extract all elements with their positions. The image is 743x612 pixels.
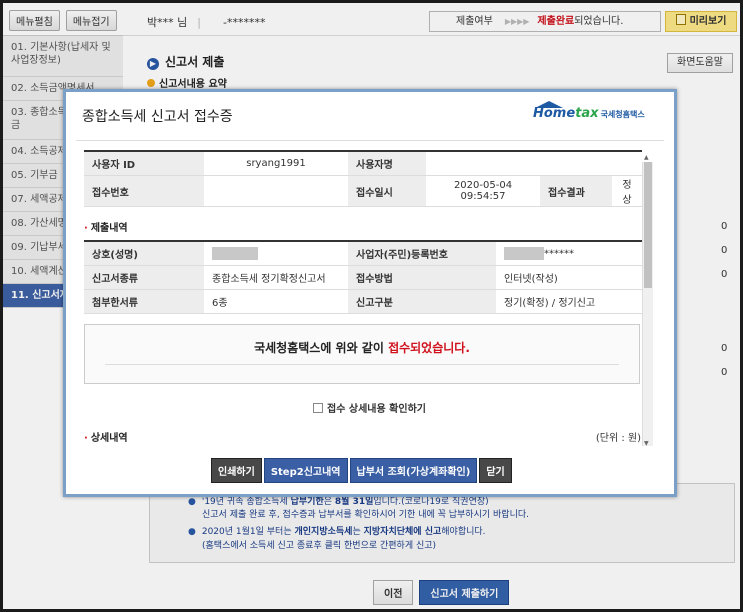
modal-title: 종합소득세 신고서 접수증 [82, 109, 233, 125]
print-button[interactable]: 인쇄하기 [211, 458, 262, 483]
receipt-message-box: 국세청홈택스에 위와 같이 접수되었습니다. [84, 324, 640, 384]
table-row: 신고서종류 종합소득세 정기확정신고서 접수방법 인터넷(작성) [84, 265, 642, 290]
hometax-logo: Hometax 국세청홈택스 [533, 101, 645, 130]
section-heading-text: 제출내역 [90, 223, 128, 234]
app-window: 메뉴펼침 메뉴접기 01. 기본사항(납세자 및 사업장정보) 02. 소득금액… [3, 3, 740, 609]
modal-scrollbar[interactable]: ▲ ▼ [642, 154, 653, 447]
detail-check-row: 접수 상세내용 확인하기 [84, 400, 655, 415]
table-cell: 정기(확정) / 정기신고 [496, 289, 642, 314]
table-header: 사용자명 [348, 150, 426, 176]
divider [76, 140, 664, 141]
table-cell: 종합소득세 정기확정신고서 [204, 265, 348, 290]
table-header: 사용자 ID [84, 150, 204, 176]
table-cell: 정상 [612, 175, 642, 207]
logo-accent: tax [575, 106, 599, 121]
masked-value [504, 247, 544, 260]
bullet-icon: · [84, 223, 88, 234]
unit-label: (단위 : 원) [595, 433, 641, 444]
message-emphasis: 접수되었습니다. [388, 341, 470, 355]
logo-main: Home [533, 106, 576, 121]
table-header: 신고구분 [348, 289, 496, 314]
payment-slip-button[interactable]: 납부서 조회(가상계좌확인) [349, 458, 478, 483]
section-heading: · 제출내역 [84, 219, 655, 234]
table-header: 접수결과 [540, 175, 612, 207]
table-row: 접수번호 접수일시 2020-05-04 09:54:57 접수결과 정상 [84, 175, 642, 207]
table-cell [204, 175, 348, 207]
submission-table: 상호(성명) 사업자(주민)등록번호 ****** 신고서종류 종합소득세 정기… [84, 240, 642, 314]
table-cell: 6종 [204, 289, 348, 314]
roof-icon [535, 101, 563, 108]
table-cell: 인터넷(작성) [496, 265, 642, 290]
table-header: 첨부한서류 [84, 289, 204, 314]
masked-value [212, 247, 258, 260]
table-header: 접수번호 [84, 175, 204, 207]
section-heading: · 상세내역 [84, 429, 128, 444]
table-header: 상호(성명) [84, 240, 204, 266]
table-cell: 2020-05-04 09:54:57 [426, 175, 540, 207]
table-header: 신고서종류 [84, 265, 204, 290]
table-header: 사업자(주민)등록번호 [348, 240, 496, 266]
table-cell [426, 150, 642, 176]
modal-content: 사용자 ID sryang1991 사용자명 접수번호 접수일시 2020-05… [84, 150, 655, 446]
table-cell [204, 240, 348, 266]
step2-button[interactable]: Step2신고내역 [263, 458, 348, 483]
logo-subtitle: 국세청홈택스 [600, 110, 645, 119]
checkbox-label[interactable]: 접수 상세내용 확인하기 [327, 404, 426, 415]
table-cell: ****** [496, 240, 642, 266]
table-header: 접수방법 [348, 265, 496, 290]
table-row: 상호(성명) 사업자(주민)등록번호 ****** [84, 240, 642, 266]
bullet-icon: · [84, 433, 88, 444]
receipt-info-table: 사용자 ID sryang1991 사용자명 접수번호 접수일시 2020-05… [84, 150, 642, 207]
receipt-modal: 종합소득세 신고서 접수증 Hometax 국세청홈택스 사용자 ID sryan… [63, 89, 677, 497]
table-header: 접수일시 [348, 175, 426, 207]
detail-checkbox[interactable] [313, 403, 324, 413]
close-button[interactable]: 닫기 [479, 458, 512, 483]
scroll-thumb[interactable] [644, 162, 652, 288]
scroll-up-icon[interactable]: ▲ [644, 154, 649, 161]
section-heading-text: 상세내역 [90, 433, 128, 444]
table-cell: sryang1991 [204, 150, 348, 176]
modal-actions: 인쇄하기 Step2신고내역 납부서 조회(가상계좌확인) 닫기 [211, 458, 512, 483]
message-text: 국세청홈택스에 위와 같이 [254, 341, 389, 355]
divider [105, 364, 619, 365]
cell-text: ****** [544, 248, 574, 260]
logo-text: Hometax [533, 106, 599, 121]
table-row: 사용자 ID sryang1991 사용자명 [84, 150, 642, 176]
table-row: 첨부한서류 6종 신고구분 정기(확정) / 정기신고 [84, 289, 642, 314]
scroll-down-icon[interactable]: ▼ [644, 440, 649, 447]
detail-header: · 상세내역 (단위 : 원) [84, 429, 655, 444]
